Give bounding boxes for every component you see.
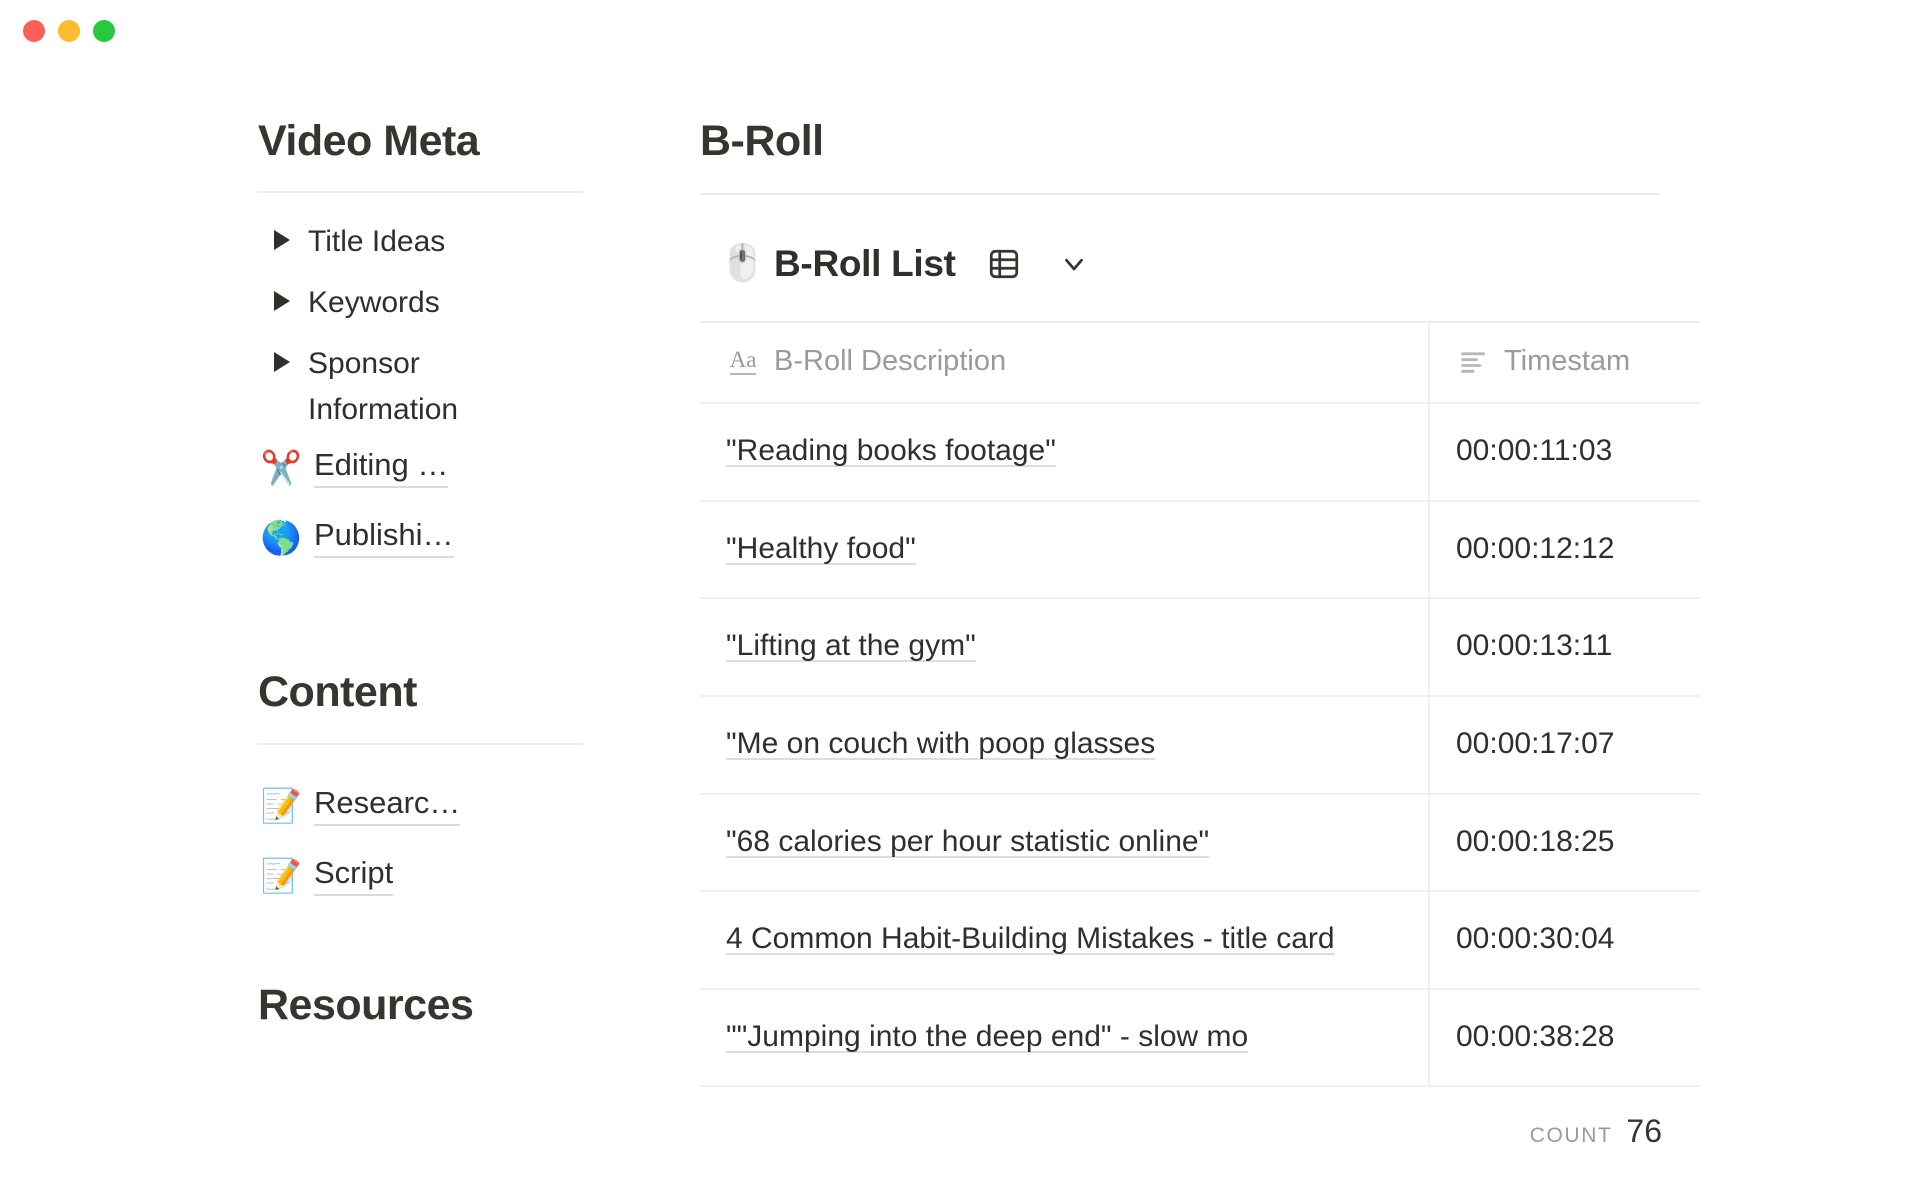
sidebar-link-label: Researc… [314,785,461,827]
sidebar-toggle-sponsor-information[interactable]: Sponsor Information [258,341,588,432]
table-footer-count[interactable]: COUNT 76 [700,1087,1700,1150]
window-titlebar [0,0,1920,62]
section-divider [258,191,583,194]
table-row[interactable]: ""Jumping into the deep end" - slow mo 0… [700,989,1700,1088]
table-cell-text: "Reading books footage" [726,434,1056,468]
column-header-timestamp[interactable]: Timestam [1430,323,1700,402]
page-body: Video Meta Title Ideas Keywords Sponsor … [0,62,1920,1200]
table-cell-text: 4 Common Habit-Building Mistakes - title… [726,922,1335,956]
table-cell-description[interactable]: "Healthy food" [700,501,1430,598]
table-cell-text: "68 calories per hour statistic online" [726,824,1210,858]
table-cell-description[interactable]: "Reading books footage" [700,404,1430,500]
page-title: B-Roll [700,117,824,165]
sidebar-section-video-meta: Video Meta Title Ideas Keywords Sponsor … [258,117,588,572]
table-cell-text: 00:00:38:28 [1456,1019,1615,1053]
outline-list-content: 📝 Researc… 📝 Script [258,771,588,911]
sidebar-link-script[interactable]: 📝 Script [258,841,588,911]
computer-mouse-icon: 🖱️ [720,243,765,285]
sidebar: Video Meta Title Ideas Keywords Sponsor … [258,117,588,1029]
table-cell-description[interactable]: 4 Common Habit-Building Mistakes - title… [700,892,1430,988]
column-header-label: Timestam [1504,345,1631,378]
section-heading-content: Content [258,668,417,717]
table-cell-description[interactable]: "Lifting at the gym" [700,599,1430,695]
sidebar-link-label: Publishi… [314,517,454,559]
triangle-right-icon[interactable] [274,352,290,373]
table-cell-timestamp[interactable]: 00:00:18:25 [1430,795,1700,891]
table-cell-timestamp[interactable]: 00:00:11:03 [1430,404,1700,500]
sidebar-toggle-title-ideas[interactable]: Title Ideas [258,219,588,280]
database-header[interactable]: 🖱️ B-Roll List [700,243,1700,285]
sidebar-section-resources: Resources [258,981,588,1029]
page-title-divider [700,193,1660,196]
memo-icon: 📝 [260,786,302,825]
table-header-row: Aa B-Roll Description Timestam [700,323,1700,405]
sidebar-toggle-label: Title Ideas [308,225,446,259]
section-divider [258,742,583,745]
window-minimize-button[interactable] [58,20,80,42]
table-cell-text: 00:00:11:03 [1456,434,1613,468]
triangle-right-icon[interactable] [274,230,290,251]
table-row[interactable]: "Healthy food" 00:00:12:12 [700,501,1700,600]
main-content: B-Roll 🖱️ B-Roll List Aa B-Roll Descript… [700,117,1700,1150]
table-cell-timestamp[interactable]: 00:00:12:12 [1430,502,1700,598]
database-title[interactable]: B-Roll List [774,243,956,285]
table-cell-description[interactable]: "Me on couch with poop glasses [700,696,1430,793]
broll-table: Aa B-Roll Description Timestam "Reading … [700,321,1700,1088]
table-cell-timestamp[interactable]: 00:00:17:07 [1430,697,1700,793]
column-header-description[interactable]: Aa B-Roll Description [700,323,1430,403]
sidebar-section-content: Content 📝 Researc… 📝 Script [258,668,588,910]
memo-icon: 📝 [260,856,302,895]
table-cell-text: 00:00:13:11 [1456,629,1613,663]
sidebar-toggle-keywords[interactable]: Keywords [258,280,588,341]
scissors-icon: ✂️ [260,447,302,487]
column-header-label: B-Roll Description [774,345,1007,378]
table-cell-text: ""Jumping into the deep end" - slow mo [726,1019,1249,1053]
globe-icon: 🌎 [260,517,302,557]
table-row[interactable]: 4 Common Habit-Building Mistakes - title… [700,892,1700,990]
section-heading-resources: Resources [258,980,474,1029]
table-cell-description[interactable]: ""Jumping into the deep end" - slow mo [700,989,1430,1086]
table-cell-text: "Me on couch with poop glasses [726,726,1156,760]
text-type-icon: Aa [726,346,760,378]
table-cell-text: 00:00:12:12 [1456,531,1615,565]
triangle-right-icon[interactable] [274,291,290,312]
outline-list-video-meta: Title Ideas Keywords Sponsor Information… [258,219,588,572]
sidebar-link-research[interactable]: 📝 Researc… [258,771,588,841]
table-cell-text: 00:00:18:25 [1456,824,1615,858]
table-row[interactable]: "68 calories per hour statistic online" … [700,794,1700,893]
table-cell-text: 00:00:17:07 [1456,726,1615,760]
table-cell-description[interactable]: "68 calories per hour statistic online" [700,794,1430,891]
table-cell-timestamp[interactable]: 00:00:30:04 [1430,892,1700,988]
table-row[interactable]: "Reading books footage" 00:00:11:03 [700,404,1700,502]
window-close-button[interactable] [23,20,45,42]
table-row[interactable]: "Me on couch with poop glasses 00:00:17:… [700,696,1700,795]
sidebar-link-publishing[interactable]: 🌎 Publishi… [258,502,588,572]
table-cell-text: "Lifting at the gym" [726,629,976,663]
sidebar-toggle-label: Sponsor Information [308,347,459,426]
sidebar-toggle-label: Keywords [308,286,440,320]
table-view-icon[interactable] [984,244,1024,284]
table-cell-text: "Healthy food" [726,531,916,565]
section-heading-video-meta: Video Meta [258,117,480,165]
align-left-icon [1456,346,1490,378]
count-label: COUNT [1529,1124,1613,1148]
count-value: 76 [1626,1113,1662,1150]
sidebar-link-label: Script [314,855,394,897]
sidebar-link-label: Editing … [314,447,449,489]
table-cell-timestamp[interactable]: 00:00:13:11 [1430,599,1700,695]
table-cell-text: 00:00:30:04 [1456,922,1615,956]
table-row[interactable]: "Lifting at the gym" 00:00:13:11 [700,599,1700,697]
window-maximize-button[interactable] [93,20,115,42]
chevron-down-icon[interactable] [1054,244,1094,284]
sidebar-link-editing[interactable]: ✂️ Editing … [258,432,588,502]
table-cell-timestamp[interactable]: 00:00:38:28 [1430,990,1700,1086]
